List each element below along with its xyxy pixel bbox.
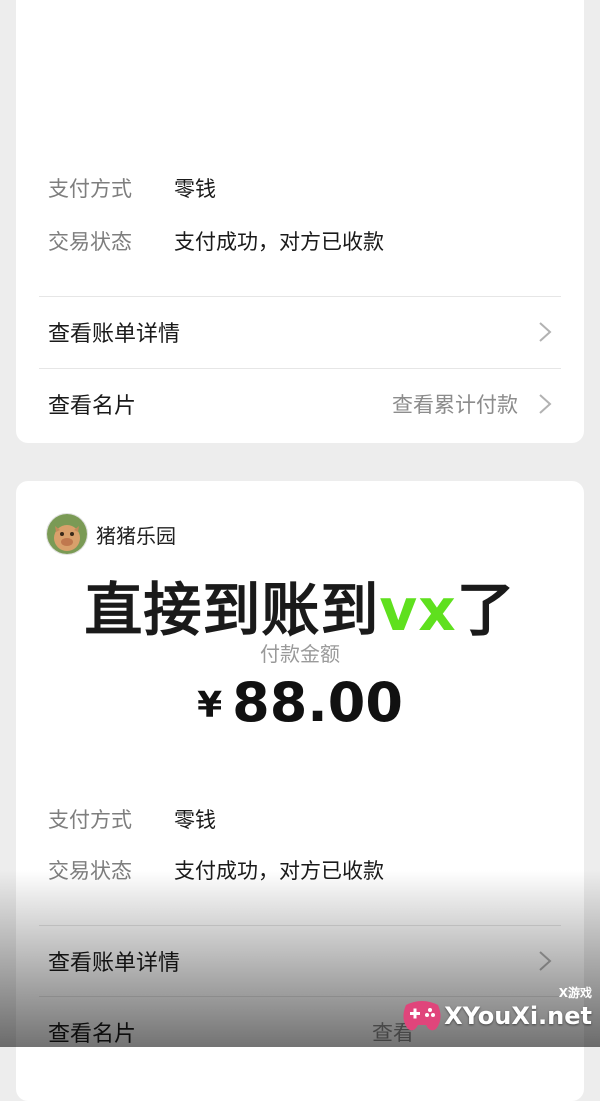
transaction-status-value: 支付成功，对方已收款 (174, 859, 384, 883)
payment-method-label: 支付方式 (48, 808, 132, 832)
transaction-status-label: 交易状态 (48, 230, 132, 254)
video-caption: 直接到账到vx了 (0, 563, 600, 647)
view-card-link[interactable]: 查看名片 查看累计付款 (16, 369, 584, 439)
currency-symbol: ¥ (197, 685, 223, 726)
transaction-status-row: 交易状态 支付成功，对方已收款 (48, 226, 384, 256)
watermark-site: XYouXi.net (444, 1002, 592, 1030)
payment-method-label: 支付方式 (48, 177, 132, 201)
chevron-right-icon (539, 951, 552, 971)
caption-tail: 了 (455, 575, 516, 646)
bill-details-label: 查看账单详情 (48, 951, 181, 976)
bill-details-link[interactable]: 查看账单详情 (16, 297, 584, 367)
payment-method-row: 支付方式 零钱 (48, 804, 216, 834)
transaction-status-value: 支付成功，对方已收款 (174, 230, 384, 254)
caption-main: 直接到账到 (83, 575, 380, 646)
amount-value: 88.00 (232, 671, 403, 734)
view-cumulative-label: 查看累计付款 (392, 393, 518, 417)
payment-method-row: 支付方式 零钱 (48, 173, 216, 203)
payment-method-value: 零钱 (174, 808, 216, 832)
transaction-card-previous: 支付方式 零钱 交易状态 支付成功，对方已收款 查看账单详情 查看名片 查看累计… (16, 0, 584, 443)
chevron-right-icon (539, 394, 552, 414)
gamepad-logo-icon (403, 1001, 441, 1031)
chevron-right-icon (539, 322, 552, 342)
transaction-status-label: 交易状态 (48, 859, 132, 883)
payment-amount: ¥88.00 (16, 671, 584, 734)
watermark-tag: X游戏 (558, 986, 592, 1000)
pig-avatar-icon (46, 513, 88, 555)
bill-details-label: 查看账单详情 (48, 322, 181, 347)
merchant-name: 猪猪乐园 (96, 523, 176, 548)
view-card-label: 查看名片 (48, 1022, 137, 1047)
transaction-status-row: 交易状态 支付成功，对方已收款 (48, 855, 384, 885)
payment-method-value: 零钱 (174, 177, 216, 201)
view-card-label: 查看名片 (48, 394, 137, 419)
bill-details-link[interactable]: 查看账单详情 (16, 926, 584, 996)
caption-accent: vx (378, 575, 457, 646)
site-watermark: X游戏 XYouXi.net (400, 986, 592, 1035)
merchant-header[interactable]: 猪猪乐园 (46, 513, 176, 555)
